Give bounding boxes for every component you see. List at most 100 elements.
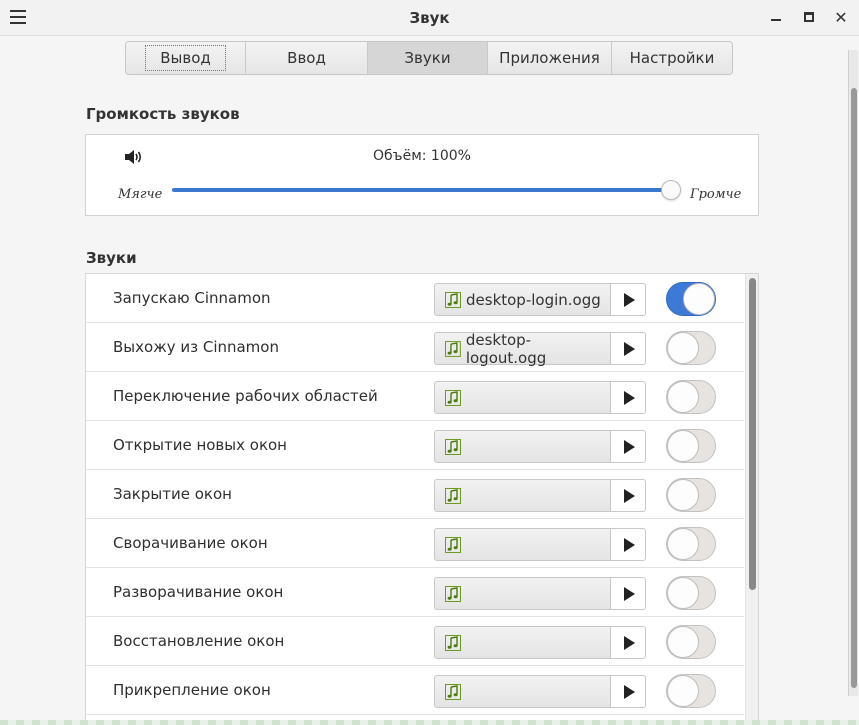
sound-file-chooser-button[interactable] bbox=[434, 430, 611, 463]
volume-slider-track[interactable] bbox=[172, 188, 672, 192]
minimize-button[interactable] bbox=[767, 8, 785, 26]
tab-output[interactable]: Вывод bbox=[126, 42, 246, 74]
sound-enable-switch[interactable] bbox=[666, 625, 716, 659]
switch-knob bbox=[667, 479, 699, 511]
maximize-button[interactable] bbox=[800, 8, 818, 26]
sounds-list: Запускаю Cinnamon desktop-login.ogg Выхожу… bbox=[85, 273, 759, 725]
sound-enable-switch[interactable] bbox=[666, 429, 716, 463]
tab-bar: Вывод Ввод Звуки Приложения Настройки bbox=[125, 41, 733, 75]
sound-file-chooser-button[interactable] bbox=[434, 479, 611, 512]
play-icon bbox=[624, 341, 635, 356]
softer-label: Мягче bbox=[118, 187, 163, 202]
play-icon bbox=[624, 684, 635, 699]
volume-slider-handle[interactable] bbox=[661, 180, 681, 200]
sound-enable-switch[interactable] bbox=[666, 331, 716, 365]
sound-enable-switch[interactable] bbox=[666, 674, 716, 708]
switch-knob bbox=[667, 675, 699, 707]
volume-label: Объём: 100% bbox=[373, 148, 471, 164]
sound-row: Сворачивание окон bbox=[86, 519, 744, 568]
music-note-icon bbox=[445, 683, 461, 700]
play-button[interactable] bbox=[610, 381, 646, 414]
sound-file-name: desktop-login.ogg bbox=[466, 290, 601, 309]
play-icon bbox=[624, 537, 635, 552]
play-icon bbox=[624, 439, 635, 454]
window-edge-scroll-thumb[interactable] bbox=[851, 88, 857, 688]
close-button[interactable]: ✕ bbox=[832, 8, 850, 27]
music-note-icon bbox=[445, 340, 461, 357]
music-note-icon bbox=[445, 536, 461, 553]
play-button[interactable] bbox=[610, 626, 646, 659]
sound-enable-switch[interactable] bbox=[666, 576, 716, 610]
louder-label: Громче bbox=[690, 187, 742, 202]
music-note-icon bbox=[445, 389, 461, 406]
tab-output-label: Вывод bbox=[145, 45, 226, 71]
sound-row: Восстановление окон bbox=[86, 617, 744, 666]
sound-row-label: Прикрепление окон bbox=[113, 681, 271, 699]
switch-knob bbox=[667, 577, 699, 609]
play-icon bbox=[624, 390, 635, 405]
sound-file-chooser-button[interactable] bbox=[434, 675, 611, 708]
play-icon bbox=[624, 635, 635, 650]
scrollbar-thumb[interactable] bbox=[749, 278, 756, 590]
sound-enable-switch[interactable] bbox=[666, 527, 716, 561]
sound-row-label: Закрытие окон bbox=[113, 485, 232, 503]
play-button[interactable] bbox=[610, 430, 646, 463]
tab-input[interactable]: Ввод bbox=[246, 42, 368, 74]
switch-knob bbox=[683, 283, 715, 315]
sound-enable-switch[interactable] bbox=[666, 380, 716, 414]
tab-settings[interactable]: Настройки bbox=[612, 42, 732, 74]
bottom-edge bbox=[0, 720, 859, 725]
play-button[interactable] bbox=[610, 577, 646, 610]
sound-enable-switch[interactable] bbox=[666, 478, 716, 512]
switch-knob bbox=[667, 626, 699, 658]
volume-panel: Объём: 100% Мягче Громче bbox=[85, 134, 759, 216]
play-button[interactable] bbox=[610, 332, 646, 365]
tab-sounds[interactable]: Звуки bbox=[368, 42, 488, 74]
switch-knob bbox=[667, 430, 699, 462]
sound-file-chooser-button[interactable] bbox=[434, 577, 611, 610]
play-button[interactable] bbox=[610, 479, 646, 512]
play-icon bbox=[624, 292, 635, 307]
sound-row: Переключение рабочих областей bbox=[86, 372, 744, 421]
sound-row-label: Восстановление окон bbox=[113, 632, 285, 650]
music-note-icon bbox=[445, 438, 461, 455]
music-note-icon bbox=[445, 634, 461, 651]
music-note-icon bbox=[445, 585, 461, 602]
sound-row: Разворачивание окон bbox=[86, 568, 744, 617]
sound-enable-switch[interactable] bbox=[666, 282, 716, 316]
sound-row: Выхожу из Cinnamon desktop-logout.ogg bbox=[86, 323, 744, 372]
play-button[interactable] bbox=[610, 675, 646, 708]
sound-row: Запускаю Cinnamon desktop-login.ogg bbox=[86, 274, 744, 323]
window-edge-scrollbar[interactable] bbox=[848, 50, 858, 696]
sound-row-label: Разворачивание окон bbox=[113, 583, 284, 601]
music-note-icon bbox=[445, 291, 461, 308]
sound-row-label: Выхожу из Cinnamon bbox=[113, 338, 279, 356]
sound-file-chooser-button[interactable] bbox=[434, 626, 611, 659]
sound-row-label: Сворачивание окон bbox=[113, 534, 268, 552]
title-bar: Звук ✕ bbox=[0, 0, 859, 36]
sounds-section-title: Звуки bbox=[86, 249, 137, 267]
play-button[interactable] bbox=[610, 528, 646, 561]
play-icon bbox=[624, 488, 635, 503]
sound-file-chooser-button[interactable]: desktop-logout.ogg bbox=[434, 330, 611, 367]
sound-file-name: desktop-logout.ogg bbox=[465, 330, 547, 367]
switch-knob bbox=[667, 381, 699, 413]
sound-file-chooser-button[interactable] bbox=[434, 381, 611, 414]
tab-applications[interactable]: Приложения bbox=[488, 42, 612, 74]
play-button[interactable] bbox=[610, 283, 646, 316]
sound-row-label: Открытие новых окон bbox=[113, 436, 287, 454]
sounds-list-scrollbar[interactable] bbox=[745, 274, 758, 724]
switch-knob bbox=[667, 528, 699, 560]
sound-row: Закрытие окон bbox=[86, 470, 744, 519]
play-icon bbox=[624, 586, 635, 601]
sound-row: Открытие новых окон bbox=[86, 421, 744, 470]
volume-section-title: Громкость звуков bbox=[86, 105, 240, 123]
music-note-icon bbox=[445, 487, 461, 504]
window-title: Звук bbox=[409, 9, 450, 27]
switch-knob bbox=[667, 332, 699, 364]
sound-file-chooser-button[interactable]: desktop-login.ogg bbox=[434, 283, 611, 316]
sound-file-chooser-button[interactable] bbox=[434, 528, 611, 561]
sound-row-label: Переключение рабочих областей bbox=[113, 387, 378, 405]
sound-row-label: Запускаю Cinnamon bbox=[113, 289, 271, 307]
sound-row: Прикрепление окон bbox=[86, 666, 744, 715]
